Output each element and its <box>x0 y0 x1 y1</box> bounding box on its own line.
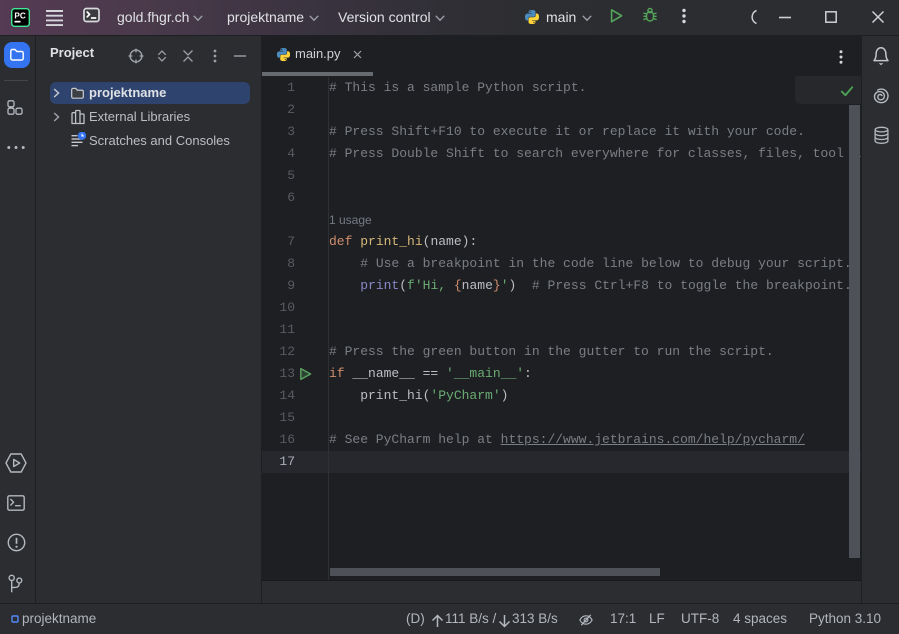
svg-text:PC: PC <box>14 12 25 21</box>
